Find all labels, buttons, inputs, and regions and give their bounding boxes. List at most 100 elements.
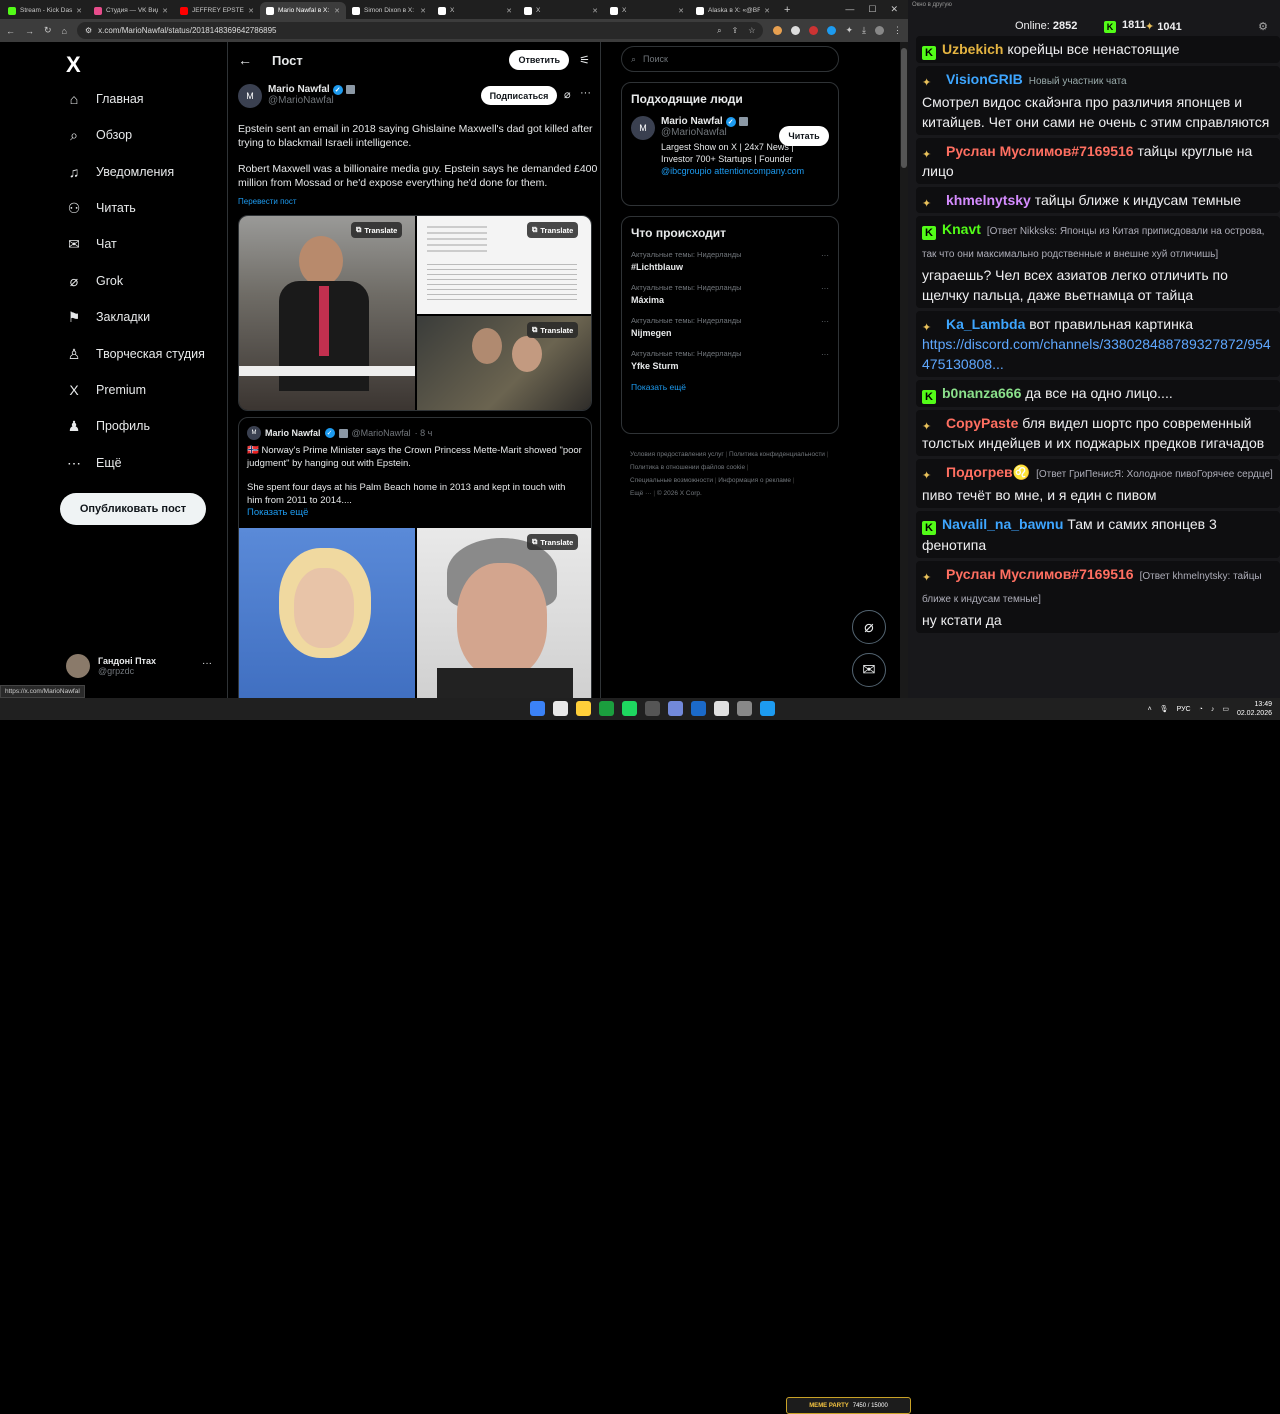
avatar[interactable]: M — [238, 84, 262, 108]
nav-item[interactable]: ♫ Уведомления — [66, 164, 174, 180]
share-icon[interactable]: ⇪ — [732, 26, 739, 36]
search-input[interactable]: ⌕ Поиск — [621, 46, 839, 72]
more-icon[interactable]: ··· — [202, 658, 212, 669]
extension-icon[interactable] — [773, 26, 783, 35]
app-icon[interactable] — [760, 701, 775, 716]
chevron-up-icon[interactable]: ˄ — [1148, 706, 1152, 713]
footer-link[interactable]: Условия предоставления услуг — [630, 451, 724, 458]
puzzle-icon[interactable]: ✦ — [845, 25, 853, 36]
volume-icon[interactable]: ♪ — [1211, 706, 1215, 713]
steam-icon[interactable] — [622, 701, 637, 716]
post-button[interactable]: Опубликовать пост — [60, 493, 206, 525]
grok-icon[interactable]: ⌀ — [564, 88, 571, 101]
translate-badge[interactable]: ⧉ Translate — [527, 322, 579, 338]
footer-link[interactable]: Информация о рекламе — [718, 477, 791, 484]
bio-link[interactable]: attentioncompany.com — [714, 166, 804, 176]
media-photo-man-portrait[interactable]: ⧉ Translate — [417, 528, 591, 698]
chat-nickname[interactable]: CopyPaste — [946, 415, 1018, 431]
nav-item[interactable]: ⚇ Читать — [66, 200, 136, 216]
tab-close-icon[interactable]: ✕ — [248, 7, 254, 15]
reply-button[interactable]: Ответить — [509, 50, 570, 70]
trend-item[interactable]: Актуальные темы: Нидерланды Máxima ··· — [631, 283, 829, 305]
clock[interactable]: 13:49 02.02.2026 — [1237, 700, 1272, 718]
telegram-icon[interactable] — [714, 701, 729, 716]
chat-nickname[interactable]: VisionGRIB — [946, 71, 1023, 87]
scroll-thumb[interactable] — [901, 48, 907, 168]
menu-icon[interactable]: ⋮ — [893, 25, 902, 36]
more-icon[interactable]: ··· — [580, 87, 591, 99]
url-field[interactable]: ⚙ x.com/MarioNawfal/status/2018148369642… — [76, 22, 764, 39]
nav-item[interactable]: ✉ Чат — [66, 236, 117, 252]
chat-nickname[interactable]: Руслан Муслимов#7169516 — [946, 143, 1134, 159]
settings-icon[interactable]: ⚙ — [1258, 20, 1268, 33]
extension-icon[interactable] — [791, 26, 801, 35]
footer-link[interactable]: Специальные возможности — [630, 477, 713, 484]
mic-icon[interactable]: 🎙 — [1160, 705, 1169, 713]
nav-item[interactable]: ⌀ Grok — [66, 273, 123, 289]
show-more-link[interactable]: Показать ещё — [247, 507, 583, 520]
minimize-icon[interactable]: — — [845, 4, 854, 15]
chat-nickname[interactable]: Подогрев♌ — [946, 464, 1030, 480]
tab-close-icon[interactable]: ✕ — [764, 7, 770, 15]
file-explorer-icon[interactable] — [576, 701, 591, 716]
new-tab-icon[interactable]: + — [776, 4, 798, 19]
discord-icon[interactable] — [691, 701, 706, 716]
messages-fab-icon[interactable]: ✉ — [852, 653, 886, 687]
footer-link[interactable]: Политика конфиденциальности — [729, 451, 825, 458]
footer-link[interactable]: © 2026 X Corp. — [657, 490, 702, 497]
browser-tab[interactable]: Студия — VK Виде ✕ — [88, 2, 174, 19]
chat-nickname[interactable]: b0nanza666 — [942, 385, 1021, 401]
extension-icon[interactable] — [827, 26, 837, 35]
more-icon[interactable]: ··· — [821, 350, 829, 359]
browser-tab[interactable]: JEFFREY EPSTEIN I. ✕ — [174, 2, 260, 19]
maximize-icon[interactable]: ☐ — [868, 4, 876, 15]
translate-badge[interactable]: ⧉ Translate — [527, 534, 579, 550]
chat-nickname[interactable]: Navalil_na_bawnu — [942, 516, 1063, 532]
chrome-icon[interactable] — [599, 701, 614, 716]
bookmark-star-icon[interactable]: ☆ — [748, 26, 755, 36]
chat-nickname[interactable]: Knavt — [942, 221, 981, 237]
translate-badge[interactable]: ⧉ Translate — [527, 222, 579, 238]
search-icon[interactable] — [553, 701, 568, 716]
download-icon[interactable]: ⤓ — [862, 25, 866, 36]
nav-item[interactable]: X Premium — [66, 382, 146, 398]
footer-link[interactable]: Ещё ··· — [630, 490, 652, 497]
profile-avatar[interactable] — [875, 26, 884, 35]
filter-icon[interactable]: ⚟ — [579, 53, 590, 67]
browser-tab[interactable]: X ✕ — [432, 2, 518, 19]
more-icon[interactable]: ··· — [821, 251, 829, 260]
browser-tab[interactable]: Mario Nawfal в X: «✕ — [260, 2, 346, 19]
battery-icon[interactable]: ▭ — [1222, 705, 1229, 713]
tab-close-icon[interactable]: ✕ — [162, 7, 168, 15]
trend-item[interactable]: Актуальные темы: Нидерланды Nijmegen ··· — [631, 316, 829, 338]
more-icon[interactable]: ··· — [821, 284, 829, 293]
language-indicator[interactable]: РУС — [1177, 706, 1191, 713]
nav-item[interactable]: ♙ Творческая студия — [66, 346, 205, 362]
page-scrollbar[interactable] — [900, 42, 908, 698]
bio-link[interactable]: @ibcgroupio — [661, 166, 712, 176]
more-icon[interactable]: ··· — [821, 317, 829, 326]
media-email-document[interactable]: ⧉ Translate — [417, 216, 591, 314]
media-photo-man[interactable]: ⧉ Translate — [239, 216, 415, 410]
media-photo-couple[interactable]: ⧉ Translate — [417, 316, 591, 410]
trend-item[interactable]: Актуальные темы: Нидерланды Yfke Sturm ··· — [631, 349, 829, 371]
nav-item[interactable]: ⌕ Обзор — [66, 127, 132, 143]
forward-icon[interactable]: → — [25, 26, 34, 36]
tab-close-icon[interactable]: ✕ — [678, 7, 684, 15]
tab-close-icon[interactable]: ✕ — [592, 7, 598, 15]
browser-tab[interactable]: X ✕ — [518, 2, 604, 19]
tab-close-icon[interactable]: ✕ — [506, 7, 512, 15]
account-switcher[interactable]: Гандоні Птах @grpzdc ··· — [66, 654, 212, 678]
nav-item[interactable]: ⋯ Ещё — [66, 455, 122, 471]
chat-link[interactable]: https://discord.com/channels/33802848878… — [922, 336, 1271, 372]
nav-item[interactable]: ⚑ Закладки — [66, 309, 150, 325]
tab-close-icon[interactable]: ✕ — [76, 7, 82, 15]
chat-nickname[interactable]: Руслан Муслимов#7169516 — [946, 566, 1134, 582]
windows-start-icon[interactable] — [530, 701, 545, 716]
nav-item[interactable]: ♟ Профиль — [66, 418, 150, 434]
spotify-icon[interactable] — [645, 701, 660, 716]
chat-nickname[interactable]: Uzbekich — [942, 41, 1003, 57]
browser-tab[interactable]: Stream - Kick Dash ✕ — [2, 2, 88, 19]
browser-tab[interactable]: X ✕ — [604, 2, 690, 19]
app-icon[interactable] — [737, 701, 752, 716]
